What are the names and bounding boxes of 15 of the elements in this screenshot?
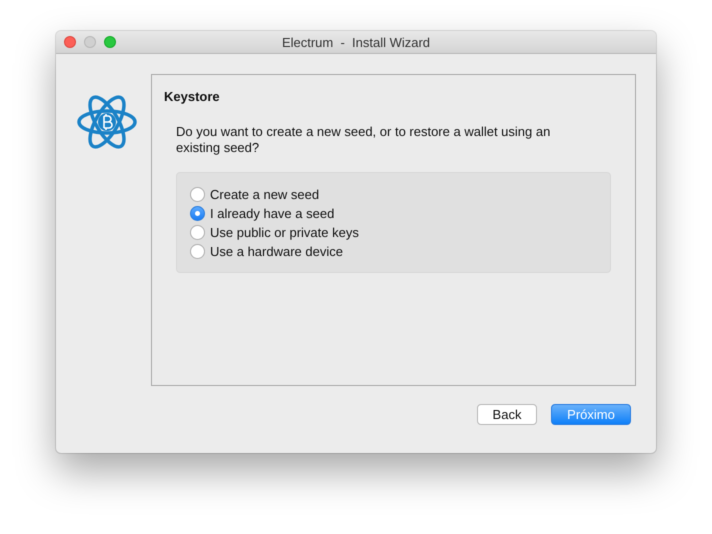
option-label[interactable]: Create a new seed — [210, 187, 320, 202]
question-text: Do you want to create a new seed, or to restore a wallet using an existing seed? — [176, 124, 552, 156]
page-heading: Keystore — [164, 89, 221, 104]
option-label[interactable]: Use a hardware device — [210, 244, 343, 259]
radio-button[interactable] — [190, 244, 205, 259]
radio-button[interactable] — [190, 187, 205, 202]
close-button[interactable] — [64, 36, 76, 48]
radio-button[interactable] — [190, 206, 205, 221]
zoom-button[interactable] — [104, 36, 116, 48]
option-label[interactable]: I already have a seed — [210, 206, 334, 221]
back-button[interactable]: Back — [477, 404, 537, 425]
option-label[interactable]: Use public or private keys — [210, 225, 359, 240]
radio-button[interactable] — [190, 225, 205, 240]
minimize-button[interactable] — [84, 36, 96, 48]
window-title: Electrum - Install Wizard — [282, 34, 430, 50]
